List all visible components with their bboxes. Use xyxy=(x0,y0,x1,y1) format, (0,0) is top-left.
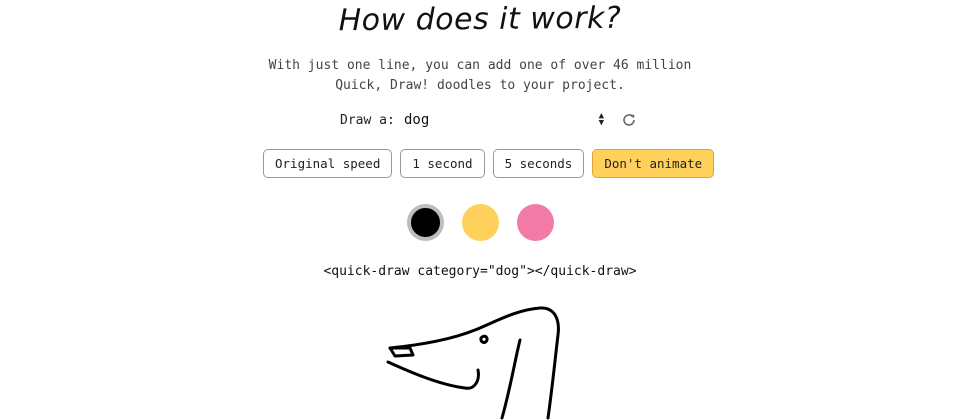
subtitle-line-1: With just one line, you can add one of o… xyxy=(268,58,692,73)
color-swatch-yellow[interactable] xyxy=(461,204,499,241)
color-swatch-black[interactable] xyxy=(406,204,444,241)
one-second-button[interactable]: 1 second xyxy=(400,149,485,178)
color-swatch-pink[interactable] xyxy=(516,204,554,241)
updown-arrows-icon: ▲ ▼ xyxy=(598,111,604,128)
page-title: How does it work? xyxy=(338,0,622,39)
dog-doodle xyxy=(386,306,560,420)
speed-buttons: Original speed 1 second 5 seconds Don't … xyxy=(263,149,715,178)
category-select[interactable]: dog ▲ ▼ xyxy=(402,111,604,129)
category-select-value: dog xyxy=(404,112,430,128)
color-swatches xyxy=(0,204,960,241)
code-snippet: <quick-draw category="dog"></quick-draw> xyxy=(323,264,637,279)
refresh-icon[interactable] xyxy=(620,111,638,129)
five-seconds-button[interactable]: 5 seconds xyxy=(492,149,585,178)
subtitle: With just one line, you can add one of o… xyxy=(0,56,960,96)
original-speed-button[interactable]: Original speed xyxy=(263,149,393,178)
draw-label: Draw a: xyxy=(340,112,395,128)
subtitle-line-2: Quick, Draw! doodles to your project. xyxy=(335,78,625,93)
dont-animate-button[interactable]: Don't animate xyxy=(592,149,715,178)
draw-row: Draw a: dog ▲ ▼ xyxy=(340,110,638,130)
